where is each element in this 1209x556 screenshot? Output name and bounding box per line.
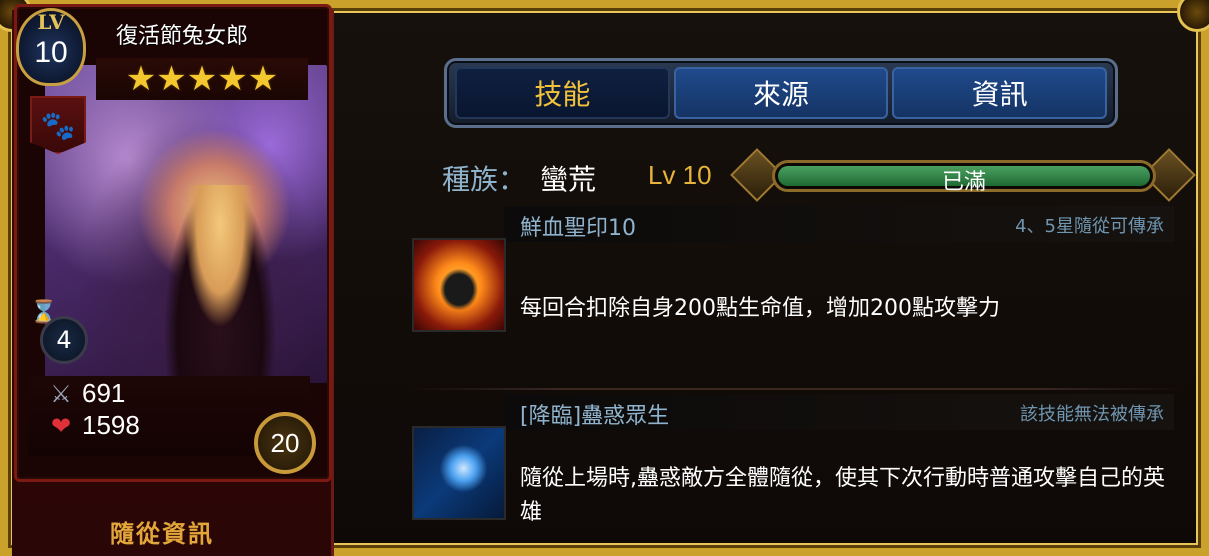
level-text: Lv 10 [648, 160, 712, 190]
tab-skills[interactable]: 技能 [455, 67, 670, 119]
hp-row: ❤ 1598 [44, 410, 140, 441]
exp-status: 已滿 [941, 170, 986, 195]
skill-name: [降臨]蠱惑眾生 [520, 404, 670, 429]
skill-description: 每回合扣除自身200點生命值，增加200點攻擊力 [520, 296, 1000, 321]
hero-name: 復活節兔女郎 [116, 24, 249, 49]
attack-row: ⚔ 691 [44, 378, 125, 409]
charm-spear-icon [412, 426, 506, 520]
exp-bar-container: 已滿 [730, 148, 1196, 202]
tab-info[interactable]: 資訊 [892, 67, 1108, 119]
level-badge: LV 10 [16, 8, 86, 88]
tab-source[interactable]: 來源 [673, 67, 889, 119]
tab-bar: 技能 來源 資訊 [444, 58, 1118, 128]
race-value: 蠻荒 [540, 163, 597, 196]
skill-description: 隨從上場時,蠱惑敵方全體隨從，使其下次行動時普通攻擊自己的英雄 [520, 466, 1165, 525]
hp-value: 1598 [82, 410, 140, 440]
level-value: 10 [34, 36, 68, 69]
star-rating: ★★★★★ [96, 58, 308, 100]
hero-info-label[interactable]: 隨從資訊 [110, 514, 214, 549]
heart-icon: ❤ [50, 411, 72, 440]
attack-value: 691 [82, 378, 126, 408]
rank-badge: 20 [254, 412, 316, 474]
hero-figure [165, 185, 275, 385]
skill-item[interactable]: [降臨]蠱惑眾生 該技能無法被傳承 隨從上場時,蠱惑敵方全體隨從，使其下次行動時… [412, 394, 1174, 534]
skill-divider [412, 388, 1184, 390]
blood-seal-icon [412, 238, 506, 332]
level-label: LV [37, 10, 65, 34]
cost-badge: 4 [40, 316, 88, 364]
skill-inherit-note: 4、5星隨從可傳承 [1015, 216, 1164, 237]
skill-inherit-note: 該技能無法被傳承 [1020, 404, 1164, 425]
skill-item[interactable]: 鮮血聖印10 4、5星隨從可傳承 每回合扣除自身200點生命值，增加200點攻擊… [412, 206, 1174, 336]
skill-name: 鮮血聖印10 [520, 216, 636, 241]
crossed-swords-icon: ⚔ [50, 379, 72, 408]
paw-icon: 🐾 [30, 96, 86, 154]
race-label: 種族： [442, 163, 527, 196]
